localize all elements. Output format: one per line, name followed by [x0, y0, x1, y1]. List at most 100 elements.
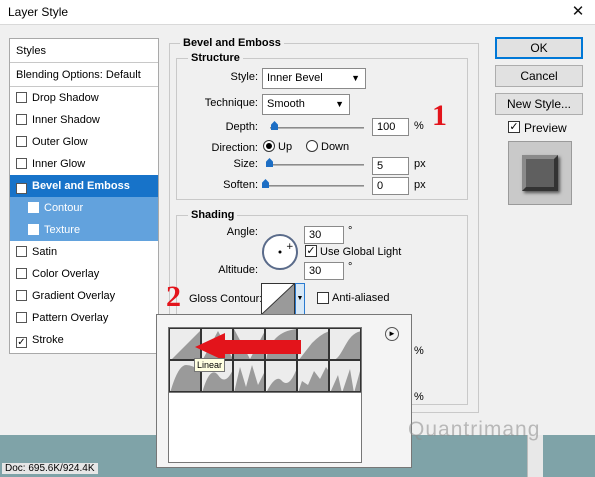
contour-ring-double[interactable] [233, 360, 265, 392]
preview-checkbox[interactable]: ✓ [508, 121, 520, 133]
style-item-drop-shadow[interactable]: Drop Shadow [10, 87, 158, 109]
depth-label: Depth: [225, 121, 258, 133]
styles-list: Styles Blending Options: Default Drop Sh… [9, 38, 159, 354]
checkbox-icon[interactable] [16, 312, 27, 323]
style-item-bevel-and-emboss[interactable]: ✓ Bevel and Emboss [10, 175, 158, 197]
checkbox-icon[interactable] [28, 224, 39, 235]
contour-sawtooth[interactable] [329, 360, 361, 392]
checkbox-icon[interactable] [16, 136, 27, 147]
direction-down-label[interactable]: Down [321, 141, 349, 153]
style-item-label: Color Overlay [32, 268, 100, 280]
hidden-opacity-unit-2: % [414, 391, 424, 403]
style-item-contour[interactable]: Contour [10, 197, 158, 219]
technique-select-value: Smooth [267, 98, 305, 110]
style-item-label: Pattern Overlay [32, 312, 109, 324]
chevron-down-icon: ▼ [335, 99, 344, 109]
preview-swatch [522, 155, 558, 191]
style-item-label: Stroke [32, 334, 64, 346]
checkbox-checked-icon[interactable]: ✓ [16, 183, 27, 194]
popup-menu-icon[interactable]: ► [385, 327, 399, 341]
depth-slider-track[interactable] [270, 127, 364, 129]
style-item-label: Drop Shadow [32, 92, 99, 104]
gaussian-contour-icon [335, 331, 360, 359]
gloss-contour-label: Gloss Contour: [189, 293, 263, 305]
style-item-texture[interactable]: Texture [10, 219, 158, 241]
contour-picker-popup: ► Linear [156, 314, 412, 468]
chevron-down-icon: ▼ [351, 73, 360, 83]
document-size: Doc: 695.6K/924.4K [2, 463, 98, 474]
checkbox-icon[interactable] [16, 268, 27, 279]
rolling-slope-contour-icon [267, 370, 296, 391]
title-bar: Layer Style ✕ [0, 0, 595, 25]
style-select-value: Inner Bevel [267, 72, 323, 84]
contour-grid-empty-area [168, 393, 362, 463]
angle-input[interactable]: 30 [304, 226, 344, 244]
style-label: Style: [230, 71, 258, 83]
checkbox-icon[interactable] [16, 92, 27, 103]
style-item-gradient-overlay[interactable]: Gradient Overlay [10, 285, 158, 307]
altitude-input[interactable]: 30 [304, 262, 344, 280]
checkbox-icon[interactable] [16, 158, 27, 169]
contour-rolling-slope[interactable] [265, 360, 297, 392]
style-item-stroke[interactable]: ✓ Stroke [10, 329, 158, 351]
annotation-one: 1 [432, 99, 447, 132]
checkbox-checked-icon[interactable]: ✓ [16, 337, 27, 348]
style-item-outer-glow[interactable]: Outer Glow [10, 131, 158, 153]
style-item-label: Inner Glow [32, 158, 86, 170]
style-select[interactable]: Inner Bevel ▼ [262, 68, 366, 89]
checkbox-icon[interactable] [28, 202, 39, 213]
depth-input[interactable]: 100 [372, 118, 409, 136]
gloss-contour-swatch[interactable] [261, 283, 295, 315]
anti-aliased-label[interactable]: Anti-aliased [332, 292, 389, 304]
style-item-label: Outer Glow [32, 136, 88, 148]
global-light-label[interactable]: Use Global Light [320, 246, 401, 258]
soften-slider-track[interactable] [264, 185, 364, 187]
preview-label[interactable]: Preview [524, 121, 567, 135]
gloss-contour-dropdown-icon[interactable]: ▼ [295, 283, 305, 315]
global-light-checkbox[interactable]: ✓ [305, 245, 317, 257]
contour-gaussian[interactable] [329, 328, 361, 360]
structure-title: Structure [188, 52, 243, 64]
linear-contour-icon [261, 283, 295, 315]
style-item-color-overlay[interactable]: Color Overlay [10, 263, 158, 285]
rounded-steps-contour-icon [298, 367, 328, 391]
style-item-inner-shadow[interactable]: Inner Shadow [10, 109, 158, 131]
checkbox-icon[interactable] [16, 114, 27, 125]
cancel-button[interactable]: Cancel [495, 65, 583, 87]
size-label: Size: [233, 158, 258, 170]
checkbox-icon[interactable] [16, 246, 27, 257]
style-item-inner-glow[interactable]: Inner Glow [10, 153, 158, 175]
linear-tooltip: Linear [194, 358, 226, 372]
watermark: Quantrimang [408, 418, 541, 441]
style-item-pattern-overlay[interactable]: Pattern Overlay [10, 307, 158, 329]
style-item-satin[interactable]: Satin [10, 241, 158, 263]
size-unit: px [414, 158, 426, 170]
blending-options-item[interactable]: Blending Options: Default [10, 63, 158, 87]
angle-dial[interactable]: + [261, 233, 299, 271]
direction-up-radio[interactable] [263, 140, 275, 152]
new-style-button[interactable]: New Style... [495, 93, 583, 115]
sawtooth-contour-icon [330, 369, 360, 391]
anti-aliased-checkbox[interactable] [317, 292, 329, 304]
style-item-label: Inner Shadow [32, 114, 100, 126]
direction-up-label[interactable]: Up [278, 141, 292, 153]
checkbox-icon[interactable] [16, 290, 27, 301]
altitude-label: Altitude: [218, 264, 258, 276]
angle-label: Angle: [226, 226, 258, 238]
styles-header[interactable]: Styles [10, 39, 158, 63]
style-item-label: Satin [32, 246, 58, 258]
contour-rounded-steps[interactable] [297, 360, 329, 392]
ok-button[interactable]: OK [495, 37, 583, 59]
annotation-two: 2 [166, 280, 181, 313]
size-slider-track[interactable] [266, 164, 364, 166]
close-icon[interactable]: ✕ [566, 2, 590, 22]
technique-select[interactable]: Smooth ▼ [262, 94, 350, 115]
style-item-label: Contour [44, 202, 84, 214]
soften-input[interactable]: 0 [372, 177, 409, 195]
style-item-label: Texture [44, 224, 81, 236]
direction-down-radio[interactable] [306, 140, 318, 152]
size-input[interactable]: 5 [372, 157, 409, 175]
soften-unit: px [414, 179, 426, 191]
svg-text:+: + [286, 242, 294, 252]
style-preview [508, 141, 572, 205]
